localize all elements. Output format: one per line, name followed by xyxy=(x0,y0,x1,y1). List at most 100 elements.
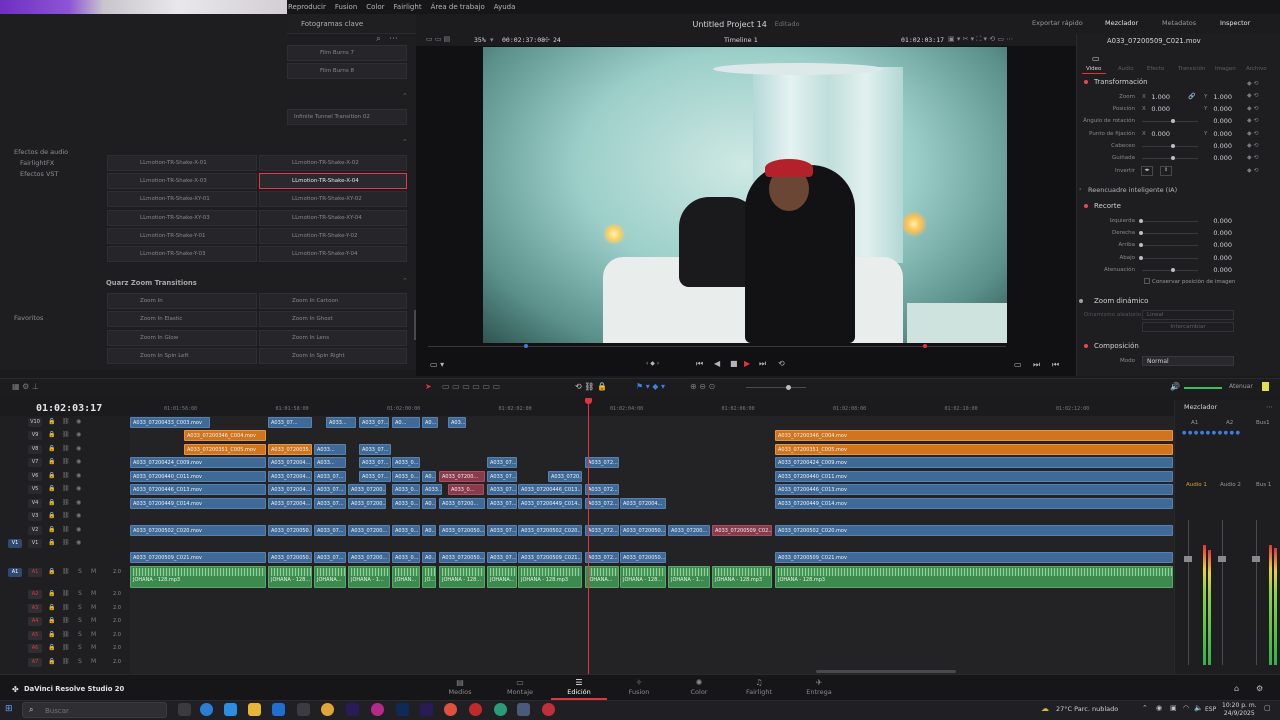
dz-swap-button[interactable]: Intercambiar xyxy=(1142,322,1234,332)
playhead[interactable] xyxy=(588,400,589,674)
position-x-value[interactable]: 0.000 xyxy=(1134,105,1170,113)
master-volume-slider[interactable] xyxy=(1184,387,1222,389)
track-label[interactable]: A2 xyxy=(28,590,42,599)
timeline-clip[interactable]: A033_07... xyxy=(314,497,346,509)
timeline-clip[interactable]: A0... xyxy=(392,417,420,428)
audio-clip[interactable]: JOHANA - 1... xyxy=(668,566,710,588)
link-icon[interactable]: ⛓ xyxy=(62,568,70,575)
link-icon[interactable]: ⛓ xyxy=(62,418,70,425)
next-clip-icon[interactable]: ⏭ xyxy=(1033,360,1040,370)
audio-clip[interactable]: JOHANA - 128... xyxy=(620,566,666,588)
mute-icon[interactable]: M xyxy=(91,644,96,651)
track-label[interactable]: V8 xyxy=(28,444,42,454)
timeline-clip[interactable]: A033_0720050... xyxy=(439,524,485,536)
track-header-a4[interactable]: A4 🔒 ⛓ S M 2.0 xyxy=(0,615,130,628)
tab-transition[interactable]: Transición xyxy=(1178,66,1205,72)
rotation-slider-knob[interactable] xyxy=(1171,119,1175,123)
track-header-a3[interactable]: A3 🔒 ⛓ S M 2.0 xyxy=(0,602,130,615)
taskbar-search-input[interactable] xyxy=(45,705,145,716)
lock-icon[interactable]: 🔒 xyxy=(48,499,55,506)
snap-icon[interactable]: ⟲ ⛓ 🔒 xyxy=(575,382,607,391)
zoom-tools-icon[interactable]: ⊕ ⊖ ⊙ xyxy=(690,382,715,391)
timeline-clip[interactable]: A0... xyxy=(422,524,436,536)
eye-icon[interactable]: ◉ xyxy=(76,418,81,425)
edit-tools-icon[interactable]: ▭ ▭ ▭ ▭ ▭ ▭ xyxy=(442,382,500,391)
fx-tile[interactable]: Infinite Tunnel Transition 02 xyxy=(287,109,407,125)
tab-deliver[interactable]: ✈ Entrega xyxy=(791,678,847,696)
davinci-taskbar-icon[interactable] xyxy=(517,703,530,716)
skip-start-icon[interactable]: ⏮ xyxy=(696,359,703,369)
mute-icon[interactable]: M xyxy=(91,604,96,611)
crop-left-knob[interactable] xyxy=(1139,219,1143,223)
timeline-clip[interactable]: A03... xyxy=(448,417,466,428)
section-crop[interactable]: Recorte xyxy=(1094,202,1121,210)
timeline-clip[interactable]: A033_07200502_C020... xyxy=(518,524,582,536)
tab-audio[interactable]: Audio xyxy=(1118,66,1134,72)
keyframe-icon[interactable]: ◆ ⟲ xyxy=(1247,115,1271,127)
timeline-clip[interactable]: A033_07... xyxy=(487,497,517,509)
crop-left-value[interactable]: 0.000 xyxy=(1196,217,1232,225)
track-label[interactable]: V4 xyxy=(28,498,42,508)
app-icon[interactable] xyxy=(469,703,482,716)
viewer-zoom[interactable]: 35% xyxy=(474,36,486,44)
fader-knob[interactable] xyxy=(1252,556,1260,562)
timeline-clip[interactable]: A033_0720050... xyxy=(268,551,312,563)
section-enabled-icon[interactable] xyxy=(1084,204,1088,208)
crop-top-slider[interactable] xyxy=(1142,245,1198,246)
rotation-slider[interactable] xyxy=(1142,121,1198,122)
home-icon[interactable]: ⌂ xyxy=(1234,684,1239,693)
link-icon[interactable]: ⛓ xyxy=(62,512,70,519)
fx-tile[interactable]: Zoom In xyxy=(107,293,257,309)
timeline-clip[interactable]: A033_07200346_C004.mov xyxy=(184,430,266,442)
taskbar-search[interactable]: ⌕ xyxy=(22,702,167,718)
audio-clip[interactable]: JOHANA - 128.mp3 xyxy=(518,566,582,588)
audio-clip[interactable]: JOHANA... xyxy=(487,566,517,588)
zoom-y-value[interactable]: 1.000 xyxy=(1196,93,1232,101)
track-header-v8[interactable]: V8 🔒 ⛓ ◉ xyxy=(0,443,130,456)
lock-icon[interactable]: 🔒 xyxy=(48,631,55,638)
track-header-v1[interactable]: V1 V1 🔒 ⛓ ◉ xyxy=(0,537,130,550)
timeline-clip[interactable]: A033_0... xyxy=(392,551,420,563)
track-header-a7[interactable]: A7 🔒 ⛓ S M 2.0 xyxy=(0,656,130,669)
fader-track[interactable] xyxy=(1256,520,1257,665)
solo-icon[interactable]: S xyxy=(78,617,82,624)
timeline-clip[interactable]: A033_07200509_C021... xyxy=(518,551,582,563)
fx-section-title[interactable]: Quarz Zoom Transitions xyxy=(106,279,197,287)
timeline-clip[interactable]: A033_07... xyxy=(487,524,517,536)
timeline-clip[interactable]: A033_07... xyxy=(314,470,346,482)
lock-icon[interactable]: 🔒 xyxy=(48,617,55,624)
tab-image[interactable]: Imagen xyxy=(1215,66,1236,72)
tray-icon[interactable]: ◉ xyxy=(1156,704,1162,712)
timeline-clip[interactable]: A033... xyxy=(326,417,356,428)
track-label[interactable]: V2 xyxy=(28,525,42,535)
tab-file[interactable]: Archivo xyxy=(1246,66,1267,72)
chevron-up-icon[interactable]: ⌃ xyxy=(1142,704,1148,712)
fx-tile[interactable]: LLmotion-TR-Shake-X-02 xyxy=(259,155,407,171)
lock-icon[interactable]: 🔒 xyxy=(48,431,55,438)
stop-icon[interactable]: ■ xyxy=(730,359,738,368)
yaw-slider[interactable] xyxy=(1142,158,1198,159)
fader-knob[interactable] xyxy=(1184,556,1192,562)
timeline-clip[interactable]: A0... xyxy=(422,497,436,509)
timeline-clip[interactable]: A033_07... xyxy=(314,484,346,496)
crop-left-slider[interactable] xyxy=(1142,221,1198,222)
track-label[interactable]: V7 xyxy=(28,458,42,468)
timeline-clip[interactable]: A033_07200346_C004.mov xyxy=(775,430,1173,442)
photoshop-icon[interactable] xyxy=(396,703,409,716)
fader-track[interactable] xyxy=(1222,520,1223,665)
pitch-slider[interactable] xyxy=(1142,146,1198,147)
section-disabled-icon[interactable] xyxy=(1079,299,1083,303)
timeline-clip[interactable]: A033_07... xyxy=(314,551,346,563)
timeline-zoom-slider[interactable] xyxy=(746,387,806,388)
eye-icon[interactable]: ◉ xyxy=(76,485,81,492)
timeline-clip[interactable]: A033_072004... xyxy=(268,457,312,469)
weather-text[interactable]: 27°C Parc. nublado xyxy=(1056,705,1118,713)
eye-icon[interactable]: ◉ xyxy=(76,539,81,546)
fx-tile[interactable]: LLmotion-TR-Shake-XY-02 xyxy=(259,191,407,207)
fx-tile[interactable]: Film Burns 7 xyxy=(287,45,407,61)
fx-tile-selected[interactable]: LLmotion-TR-Shake-X-04 xyxy=(259,173,407,189)
fx-tile[interactable]: LLmotion-TR-Shake-X-01 xyxy=(107,155,257,171)
chevron-right-icon[interactable]: › xyxy=(1079,186,1081,193)
chevron-down-icon[interactable]: ▾ xyxy=(490,36,494,44)
solo-icon[interactable]: S xyxy=(78,631,82,638)
